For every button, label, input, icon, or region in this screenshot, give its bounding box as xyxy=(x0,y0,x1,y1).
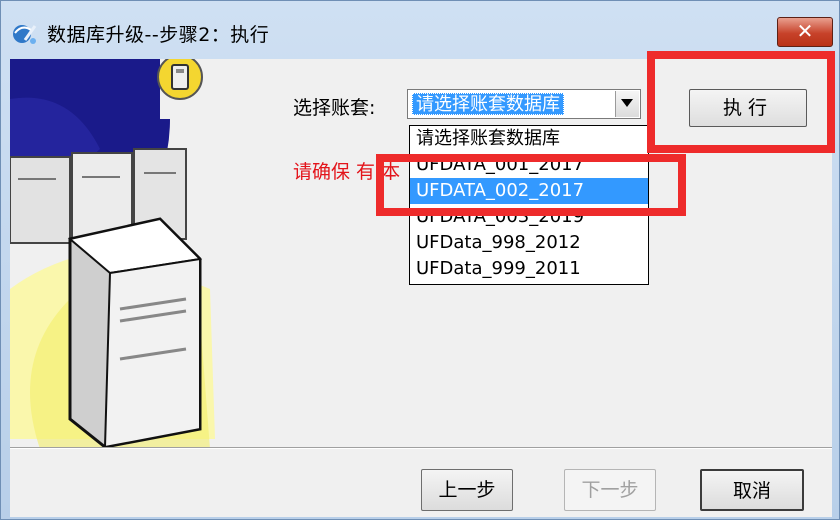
account-label: 选择账套: xyxy=(293,97,376,119)
app-icon xyxy=(13,25,37,44)
dialog-window: 数据库升级--步骤2：执行 ✕ 选择账套: 请选择账套数据库 请确保 有 本 执… xyxy=(0,0,840,520)
dropdown-item[interactable]: 请选择账套数据库 xyxy=(410,126,648,152)
dropdown-item[interactable]: UFData_999_2011 xyxy=(410,256,648,282)
chevron-down-icon xyxy=(621,99,633,107)
combobox-dropdown-button[interactable] xyxy=(615,91,639,117)
combobox-value: 请选择账套数据库 xyxy=(412,93,564,115)
footer-divider xyxy=(10,447,832,449)
server-illustration xyxy=(10,59,218,449)
cancel-button[interactable]: 取消 xyxy=(700,469,804,511)
prev-step-button[interactable]: 上一步 xyxy=(421,469,513,511)
window-title: 数据库升级--步骤2：执行 xyxy=(47,24,270,46)
highlight-box-selected-item xyxy=(376,154,686,216)
close-button[interactable]: ✕ xyxy=(777,17,833,47)
next-step-button[interactable]: 下一步 xyxy=(564,469,656,511)
account-combobox[interactable]: 请选择账套数据库 xyxy=(407,89,641,119)
client-area: 选择账套: 请选择账套数据库 请确保 有 本 执行 请选择账套数据库 UFDAT… xyxy=(10,51,835,517)
dropdown-item[interactable]: UFData_998_2012 xyxy=(410,230,648,256)
close-icon: ✕ xyxy=(796,19,814,43)
highlight-box-execute xyxy=(647,51,835,153)
